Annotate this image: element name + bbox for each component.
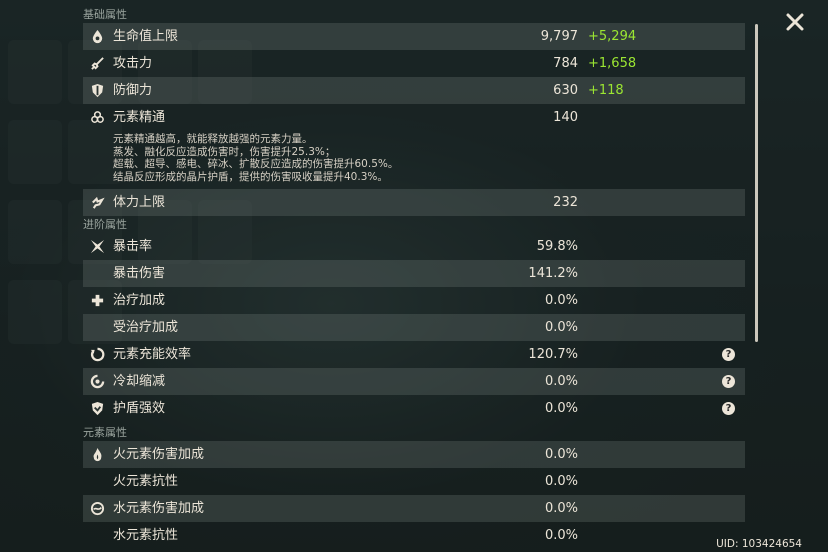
attribute-label: 元素精通 (113, 110, 166, 125)
attribute-label: 护盾强效 (113, 401, 166, 416)
shield-strength-icon (90, 401, 105, 416)
attribute-label: 治疗加成 (113, 293, 166, 308)
attribute-label: 防御力 (113, 83, 153, 98)
crit-rate-icon (90, 239, 105, 254)
healing-cross-icon (90, 293, 105, 308)
attribute-value: 0.0% (544, 501, 578, 516)
attribute-label: 水元素伤害加成 (113, 501, 205, 516)
attribute-row[interactable]: 水元素伤害加成 0.0% (83, 495, 745, 522)
attribute-row[interactable]: 火元素抗性 0.0% (83, 468, 745, 495)
attribute-value: 0.0% (544, 293, 578, 308)
close-button[interactable] (784, 11, 806, 33)
attribute-value: 141.2% (528, 266, 578, 281)
sword-icon (90, 56, 105, 71)
attribute-bonus: +118 (588, 83, 624, 98)
attribute-value: 59.8% (536, 239, 578, 254)
attribute-value: 0.0% (544, 374, 578, 389)
section-advanced-title: 进阶属性 (83, 218, 127, 231)
uid-label: UID: 103424654 (716, 538, 802, 550)
attribute-label: 水元素抗性 (113, 528, 179, 543)
attribute-label: 火元素抗性 (113, 474, 179, 489)
attribute-description: 元素精通越高，就能释放越强的元素力量。 蒸发、融化反应造成伤害时，伤害提升25.3… (83, 131, 745, 189)
elemental-mastery-icon (90, 110, 105, 125)
attribute-bonus: +1,658 (588, 56, 637, 71)
hp-drop-icon (90, 29, 105, 44)
attribute-label: 体力上限 (113, 195, 166, 210)
attribute-row[interactable]: 水元素抗性 0.0% (83, 522, 745, 549)
attribute-value: 0.0% (544, 320, 578, 335)
attribute-value: 630 (553, 83, 578, 98)
section-elemental-title: 元素属性 (83, 426, 127, 439)
stamina-icon (90, 195, 105, 210)
pyro-icon (90, 447, 105, 462)
description-line: 元素精通越高，就能释放越强的元素力量。 (113, 133, 313, 145)
attribute-label: 生命值上限 (113, 29, 179, 44)
attribute-label: 暴击伤害 (113, 266, 166, 281)
section-basic-title: 基础属性 (83, 8, 127, 21)
attribute-row[interactable]: 元素充能效率 120.7%? (83, 341, 745, 368)
help-icon[interactable]: ? (722, 375, 735, 388)
elemental-attribute-list: 火元素伤害加成 0.0% 火元素抗性 0.0% 水元素伤害加成 0.0% 水元素抗性 0.0% (83, 441, 745, 549)
attribute-row[interactable]: 治疗加成 0.0% (83, 287, 745, 314)
attribute-row[interactable]: 生命值上限 9,797 +5,294 (83, 23, 745, 50)
attribute-row[interactable]: 火元素伤害加成 0.0% (83, 441, 745, 468)
attribute-row[interactable]: 元素精通 140 (83, 104, 745, 131)
scrollbar[interactable] (755, 24, 758, 342)
attribute-label: 冷却缩减 (113, 374, 166, 389)
attribute-panel[interactable]: 基础属性 生命值上限 9,797 +5,294 攻击力 784 +1,658 防御力 630 +… (83, 6, 745, 552)
basic-attribute-list: 生命值上限 9,797 +5,294 攻击力 784 +1,658 防御力 630 +118 元素… (83, 23, 745, 216)
attribute-row[interactable]: 防御力 630 +118 (83, 77, 745, 104)
attribute-label: 受治疗加成 (113, 320, 179, 335)
attribute-value: 140 (553, 110, 578, 125)
attribute-row[interactable]: 护盾强效 0.0%? (83, 395, 745, 422)
attribute-value: 0.0% (544, 528, 578, 543)
hydro-icon (90, 501, 105, 516)
attribute-row[interactable]: 受治疗加成 0.0% (83, 314, 745, 341)
attribute-value: 0.0% (544, 474, 578, 489)
attribute-row[interactable]: 攻击力 784 +1,658 (83, 50, 745, 77)
description-line: 超载、超导、感电、碎冰、扩散反应造成的伤害提升60.5%。 (113, 158, 399, 170)
attribute-bonus: +5,294 (588, 29, 637, 44)
cooldown-icon (90, 374, 105, 389)
advanced-attribute-list: 暴击率 59.8% 暴击伤害 141.2% 治疗加成 0.0% 受治疗加成 0.0% 元素充能效… (83, 233, 745, 422)
attribute-label: 火元素伤害加成 (113, 447, 205, 462)
attribute-row[interactable]: 暴击率 59.8% (83, 233, 745, 260)
attribute-label: 攻击力 (113, 56, 153, 71)
attribute-label: 暴击率 (113, 239, 153, 254)
attribute-value: 0.0% (544, 401, 578, 416)
description-line: 结晶反应形成的晶片护盾，提供的伤害吸收量提升40.3%。 (113, 170, 388, 183)
help-icon[interactable]: ? (722, 402, 735, 415)
description-line: 蒸发、融化反应造成伤害时，伤害提升25.3%； (113, 145, 336, 158)
close-icon (786, 13, 804, 31)
attribute-value: 120.7% (528, 347, 578, 362)
attribute-row[interactable]: 暴击伤害 141.2% (83, 260, 745, 287)
attribute-row[interactable]: 体力上限 232 (83, 189, 745, 216)
attribute-value: 0.0% (544, 447, 578, 462)
attribute-label: 元素充能效率 (113, 347, 192, 362)
attribute-value: 232 (553, 195, 578, 210)
attribute-value: 784 (553, 56, 578, 71)
shield-icon (90, 83, 105, 98)
help-icon[interactable]: ? (722, 348, 735, 361)
attribute-row[interactable]: 冷却缩减 0.0%? (83, 368, 745, 395)
energy-recharge-icon (90, 347, 105, 362)
attribute-value: 9,797 (540, 29, 578, 44)
